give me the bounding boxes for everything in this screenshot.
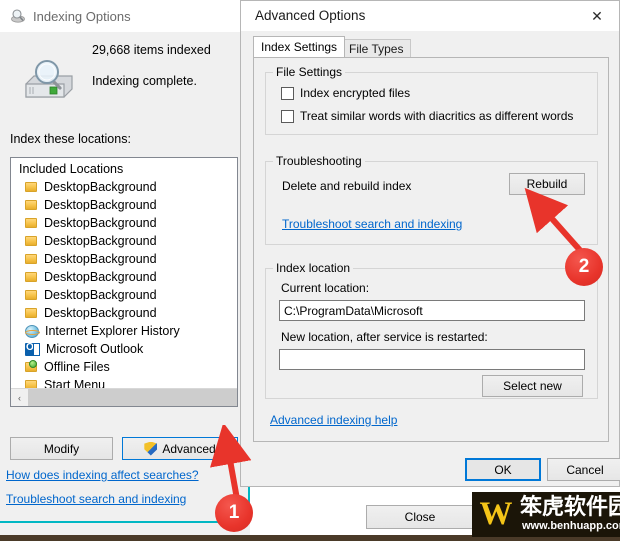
cancel-button[interactable]: Cancel (547, 458, 620, 481)
list-item-label: DesktopBackground (44, 288, 157, 302)
index-status-icon (20, 56, 78, 104)
list-item[interactable]: DesktopBackground (11, 250, 237, 268)
list-item[interactable]: DesktopBackground (11, 232, 237, 250)
dialog-titlebar: Advanced Options ✕ (241, 1, 619, 31)
dialog-title: Advanced Options (255, 8, 366, 23)
index-state-text: Indexing complete. (92, 74, 197, 88)
current-location-label: Current location: (281, 281, 370, 295)
watermark-site-name: 笨虎软件园 (520, 494, 620, 519)
list-item-label: DesktopBackground (44, 198, 157, 212)
annotation-marker-2: 2 (565, 248, 603, 286)
watermark-url: www.benhuapp.com (522, 520, 620, 532)
list-item-label: Internet Explorer History (45, 324, 180, 338)
list-item[interactable]: Offline Files (11, 358, 237, 376)
list-item[interactable]: Internet Explorer History (11, 322, 237, 340)
main-window-titlebar: Indexing Options (0, 0, 248, 32)
scrollbar-thumb[interactable] (28, 389, 237, 406)
list-item[interactable]: DesktopBackground (11, 178, 237, 196)
list-item-label: DesktopBackground (44, 306, 157, 320)
troubleshoot-search-and-indexing-link[interactable]: Troubleshoot search and indexing (282, 217, 462, 231)
folder-icon (25, 235, 38, 247)
index-encrypted-files-row[interactable]: Index encrypted files (281, 86, 410, 100)
treat-diacritics-checkbox[interactable] (281, 109, 294, 123)
list-item[interactable]: DesktopBackground (11, 196, 237, 214)
ok-button[interactable]: OK (465, 458, 541, 481)
offline-files-icon (25, 360, 38, 373)
main-window-body: 29,668 items indexed Indexing complete. … (0, 32, 248, 521)
list-item-label: Offline Files (44, 360, 110, 374)
troubleshooting-group: Troubleshooting Delete and rebuild index… (265, 154, 598, 245)
annotation-marker-1: 1 (215, 494, 253, 532)
included-locations-list[interactable]: Included Locations DesktopBackground Desk… (10, 157, 238, 407)
list-item[interactable]: DesktopBackground (11, 304, 237, 322)
tab-file-types[interactable]: File Types (341, 39, 412, 57)
list-horizontal-scrollbar[interactable]: ‹ (11, 388, 237, 406)
index-settings-panel: File Settings Index encrypted files Trea… (253, 57, 609, 442)
file-settings-title: File Settings (273, 65, 346, 79)
index-location-title: Index location (273, 261, 354, 275)
advanced-button-label: Advanced (162, 441, 216, 456)
index-encrypted-files-checkbox[interactable] (281, 86, 294, 100)
outlook-icon (25, 342, 40, 356)
indexing-icon (10, 8, 26, 24)
main-window-title: Indexing Options (33, 8, 131, 24)
index-location-group: Index location Current location: C:\Prog… (265, 261, 598, 399)
current-location-field[interactable]: C:\ProgramData\Microsoft (279, 300, 585, 321)
folder-icon (25, 271, 38, 283)
list-item-label: DesktopBackground (44, 216, 157, 230)
items-indexed-text: 29,668 items indexed (92, 43, 211, 57)
list-item-label: DesktopBackground (44, 252, 157, 266)
list-item[interactable]: DesktopBackground (11, 268, 237, 286)
file-settings-group: File Settings Index encrypted files Trea… (265, 65, 598, 135)
close-icon[interactable]: ✕ (575, 1, 619, 31)
folder-icon (25, 289, 38, 301)
list-item[interactable]: Microsoft Outlook (11, 340, 237, 358)
advanced-indexing-help-link[interactable]: Advanced indexing help (270, 413, 397, 427)
new-location-label: New location, after service is restarted… (281, 330, 488, 344)
tab-index-settings[interactable]: Index Settings (253, 36, 346, 57)
location-items-container: DesktopBackground DesktopBackground Deskto… (11, 178, 237, 406)
folder-icon (25, 181, 38, 193)
watermark-logo: W (479, 496, 513, 532)
treat-diacritics-row[interactable]: Treat similar words with diacritics as d… (281, 109, 573, 123)
select-new-button[interactable]: Select new (482, 375, 583, 397)
shield-icon (144, 441, 158, 456)
list-item[interactable]: DesktopBackground (11, 286, 237, 304)
list-item-label: DesktopBackground (44, 180, 157, 194)
list-item-label: Microsoft Outlook (46, 342, 144, 356)
folder-icon (25, 253, 38, 265)
list-item-label: DesktopBackground (44, 270, 157, 284)
new-location-field[interactable] (279, 349, 585, 370)
dialog-tabstrip: Index Settings File Types (253, 36, 609, 57)
folder-icon (25, 217, 38, 229)
list-item-label: DesktopBackground (44, 234, 157, 248)
internet-explorer-icon (25, 324, 40, 338)
troubleshooting-title: Troubleshooting (273, 154, 365, 168)
scroll-left-icon[interactable]: ‹ (11, 389, 28, 406)
watermark: W 笨虎软件园 www.benhuapp.com (472, 492, 620, 537)
troubleshoot-search-link[interactable]: Troubleshoot search and indexing (6, 492, 186, 506)
indexing-options-window: Indexing Options 29,668 items indexed In… (0, 0, 250, 523)
close-button[interactable]: Close (366, 505, 474, 529)
folder-icon (25, 307, 38, 319)
rebuild-button[interactable]: Rebuild (509, 173, 585, 195)
modify-button[interactable]: Modify (10, 437, 113, 460)
delete-rebuild-label: Delete and rebuild index (282, 179, 412, 193)
list-column-header: Included Locations (19, 162, 124, 176)
main-window-footer-area (0, 523, 250, 535)
locations-label: Index these locations: (10, 132, 131, 146)
list-item[interactable]: DesktopBackground (11, 214, 237, 232)
advanced-button[interactable]: Advanced (122, 437, 238, 460)
how-indexing-affects-searches-link[interactable]: How does indexing affect searches? (6, 468, 199, 482)
index-encrypted-files-label: Index encrypted files (300, 86, 411, 100)
folder-icon (25, 199, 38, 211)
advanced-options-dialog: Advanced Options ✕ Index Settings File T… (240, 0, 620, 487)
treat-diacritics-label: Treat similar words with diacritics as d… (300, 109, 574, 123)
